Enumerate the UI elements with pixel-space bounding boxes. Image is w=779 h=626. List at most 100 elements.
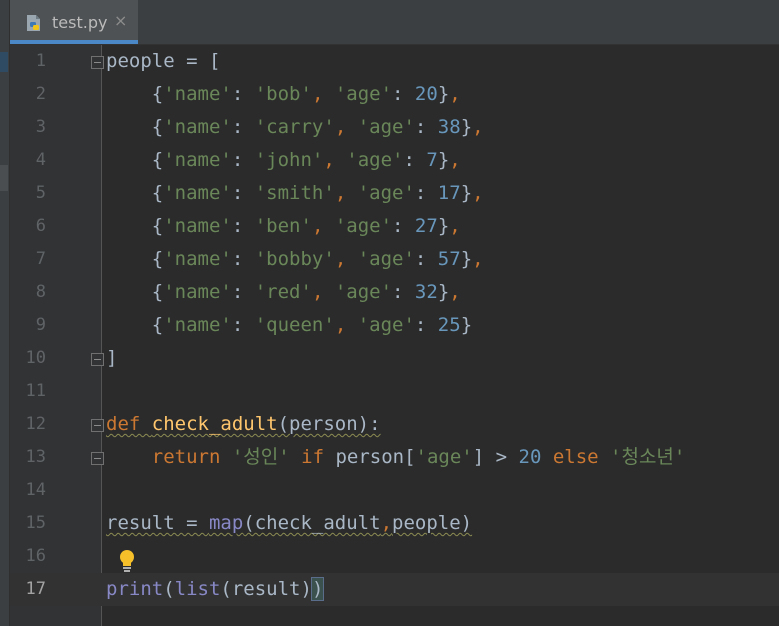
line-number[interactable]: 10 <box>10 342 46 375</box>
code-token: 20 <box>518 446 542 468</box>
code-line[interactable]: {'name': 'red', 'age': 32}, <box>106 276 461 309</box>
code-token: 'name' <box>163 116 232 138</box>
code-token: ] <box>106 347 118 369</box>
code-line[interactable]: ] <box>106 342 117 375</box>
line-number[interactable]: 2 <box>10 78 46 111</box>
code-token: '청소년' <box>610 446 686 468</box>
code-token: , <box>334 314 358 336</box>
python-file-icon <box>27 15 40 31</box>
code-line[interactable]: {'name': 'ben', 'age': 27}, <box>106 210 461 243</box>
code-token: 25 <box>437 314 461 336</box>
fold-marker-icon[interactable] <box>91 419 104 432</box>
code-token: : <box>231 215 255 237</box>
code-token: : <box>414 314 438 336</box>
code-token: 27 <box>414 215 438 237</box>
code-token: '성인' <box>231 446 290 468</box>
code-token: (person): <box>277 413 381 435</box>
code-token: : <box>392 281 415 303</box>
code-token: 'age' <box>357 314 415 336</box>
line-number[interactable]: 3 <box>10 111 46 144</box>
code-token: ) <box>310 577 325 601</box>
fold-marker-icon[interactable] <box>91 56 104 69</box>
editor-tab-test-py[interactable]: test.py × <box>10 0 138 44</box>
code-line[interactable]: people = [ <box>106 45 220 78</box>
line-number[interactable]: 11 <box>10 375 46 408</box>
line-number[interactable]: 12 <box>10 408 46 441</box>
code-token: { <box>106 116 164 138</box>
code-token: 'name' <box>163 248 232 270</box>
code-line[interactable]: result = map(check_adult,people) <box>106 507 472 540</box>
code-token: 'age' <box>357 182 415 204</box>
code-line[interactable]: {'name': 'carry', 'age': 38}, <box>106 111 484 144</box>
code-line[interactable]: {'name': 'bobby', 'age': 57}, <box>106 243 484 276</box>
gutter-separator <box>101 45 102 626</box>
code-token: 'name' <box>163 182 232 204</box>
line-number[interactable]: 4 <box>10 144 46 177</box>
code-token: : <box>392 83 415 105</box>
code-token: , <box>334 182 358 204</box>
code-token: : <box>231 149 255 171</box>
code-token: 17 <box>437 182 461 204</box>
code-token: : <box>231 248 255 270</box>
code-token: } <box>460 116 473 138</box>
code-token: 'age' <box>346 149 404 171</box>
fold-marker-icon[interactable] <box>91 452 104 465</box>
code-token: 'age' <box>357 248 415 270</box>
line-number[interactable]: 17 <box>10 573 46 606</box>
line-number[interactable]: 6 <box>10 210 46 243</box>
code-token: , <box>449 149 461 171</box>
code-token: , <box>311 215 335 237</box>
line-number[interactable]: 13 <box>10 441 46 474</box>
fold-marker-icon[interactable] <box>91 353 104 366</box>
code-token: { <box>106 149 164 171</box>
code-token: , <box>311 83 335 105</box>
code-token: 20 <box>414 83 438 105</box>
code-token: 'smith' <box>254 182 335 204</box>
code-token: , <box>334 248 358 270</box>
line-number[interactable]: 5 <box>10 177 46 210</box>
project-tool-button[interactable] <box>0 52 8 72</box>
close-tab-icon[interactable]: × <box>114 11 127 30</box>
code-token: map <box>208 512 244 534</box>
code-line[interactable]: print(list(result)) <box>106 573 325 606</box>
code-token: } <box>437 149 450 171</box>
code-token: } <box>460 182 473 204</box>
code-token: 32 <box>414 281 438 303</box>
line-number[interactable]: 9 <box>10 309 46 342</box>
code-token: : <box>231 314 255 336</box>
code-token: 'carry' <box>254 116 335 138</box>
line-number[interactable]: 14 <box>10 474 46 507</box>
code-line[interactable]: {'name': 'bob', 'age': 20}, <box>106 78 461 111</box>
code-token: , <box>380 512 393 534</box>
code-token: , <box>472 116 484 138</box>
code-token: 'john' <box>254 149 324 171</box>
code-line[interactable]: def check_adult(person): <box>106 408 381 441</box>
code-token: : <box>231 116 255 138</box>
code-token: { <box>106 314 164 336</box>
lightbulb-icon[interactable] <box>118 549 136 573</box>
code-token: 'bob' <box>254 83 312 105</box>
code-token: 'name' <box>163 314 232 336</box>
code-line[interactable]: return '성인' if person['age'] > 20 else '… <box>106 441 686 474</box>
code-token: ] > <box>472 446 519 468</box>
structure-tool-button[interactable] <box>0 165 8 191</box>
code-token: ( <box>163 578 175 600</box>
code-token: people) <box>392 512 473 534</box>
code-token: , <box>472 182 484 204</box>
line-number[interactable]: 8 <box>10 276 46 309</box>
code-line[interactable]: {'name': 'queen', 'age': 25} <box>106 309 472 342</box>
line-number[interactable]: 1 <box>10 45 46 78</box>
code-token: 'name' <box>163 149 232 171</box>
code-token: 'age' <box>415 446 473 468</box>
line-number[interactable]: 15 <box>10 507 46 540</box>
code-token: , <box>323 149 347 171</box>
code-token: 7 <box>426 149 438 171</box>
code-token: , <box>472 248 484 270</box>
code-token: person[ <box>335 446 416 468</box>
code-token: (check_adult <box>243 512 381 534</box>
line-number[interactable]: 16 <box>10 540 46 573</box>
line-number[interactable]: 7 <box>10 243 46 276</box>
code-token: } <box>437 83 450 105</box>
code-line[interactable]: {'name': 'john', 'age': 7}, <box>106 144 461 177</box>
code-line[interactable]: {'name': 'smith', 'age': 17}, <box>106 177 484 210</box>
